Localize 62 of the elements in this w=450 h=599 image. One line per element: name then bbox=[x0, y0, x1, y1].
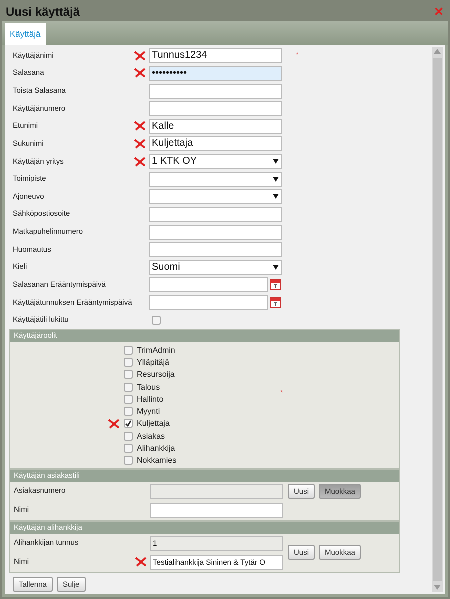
cross-mark-icon bbox=[135, 557, 147, 568]
caret-icon bbox=[273, 194, 279, 200]
role-label: Talous bbox=[137, 382, 160, 392]
cross-mark-icon bbox=[134, 156, 146, 167]
cross-mark-icon bbox=[134, 138, 146, 149]
dropdown[interactable] bbox=[149, 172, 282, 187]
caret-icon bbox=[273, 264, 279, 270]
field-value: •••••••••• bbox=[152, 68, 188, 79]
checkbox[interactable] bbox=[124, 394, 133, 404]
checkbox[interactable] bbox=[124, 419, 133, 428]
field-value: Tunnus1234 bbox=[152, 50, 208, 62]
input-field[interactable] bbox=[149, 242, 282, 258]
role-label: Asiakas bbox=[137, 432, 166, 441]
caret-icon bbox=[273, 159, 279, 164]
input-field[interactable] bbox=[149, 206, 282, 222]
role-label: TrimAdmin bbox=[137, 346, 176, 355]
checkbox[interactable] bbox=[124, 358, 133, 367]
field-value: 1 KTK OY bbox=[152, 156, 198, 168]
checkbox[interactable] bbox=[124, 407, 133, 416]
dropdown[interactable] bbox=[149, 189, 282, 204]
input-field[interactable]: Kalle bbox=[149, 118, 282, 134]
dropdown[interactable]: 1 KTK OY bbox=[149, 154, 282, 170]
checkbox[interactable] bbox=[124, 432, 133, 441]
cross-mark-icon bbox=[108, 418, 120, 429]
input-field[interactable] bbox=[150, 502, 283, 518]
checkbox[interactable] bbox=[124, 456, 133, 466]
role-label: Hallinto bbox=[137, 394, 164, 404]
input-field[interactable] bbox=[149, 101, 282, 116]
checkmark-icon bbox=[125, 420, 132, 428]
input-field[interactable] bbox=[149, 224, 282, 240]
role-label: Myynti bbox=[137, 407, 160, 416]
input-field[interactable]: Kuljettaja bbox=[149, 136, 282, 152]
scrollbar[interactable] bbox=[432, 47, 443, 592]
role-label: Kuljettaja bbox=[137, 419, 170, 428]
calendar-icon[interactable] bbox=[270, 297, 281, 308]
field-value: Kuljettaja bbox=[152, 138, 194, 150]
role-label: Ylläpitäjä bbox=[137, 358, 170, 367]
role-label: Nokkamies bbox=[137, 456, 177, 466]
tab[interactable]: Käyttäjä bbox=[5, 23, 46, 45]
caret-icon bbox=[273, 176, 279, 182]
dropdown[interactable]: Suomi bbox=[149, 260, 282, 275]
checkbox[interactable] bbox=[124, 370, 133, 380]
role-label: Resursoija bbox=[137, 370, 175, 380]
checkbox[interactable] bbox=[152, 316, 161, 325]
checkbox[interactable] bbox=[124, 346, 133, 355]
input-field[interactable] bbox=[149, 84, 282, 99]
calendar-icon[interactable] bbox=[270, 279, 281, 290]
field-value: Suomi bbox=[152, 262, 180, 273]
cross-mark-icon bbox=[134, 68, 146, 78]
scroll-up-icon[interactable] bbox=[434, 49, 441, 54]
scroll-down-icon[interactable] bbox=[434, 585, 441, 590]
checkbox[interactable] bbox=[124, 382, 133, 392]
cross-mark-icon bbox=[134, 50, 146, 61]
date-field[interactable] bbox=[149, 277, 268, 292]
role-label: Alihankkija bbox=[137, 444, 176, 454]
checkbox[interactable] bbox=[124, 444, 133, 454]
input-field[interactable]: Tunnus1234 bbox=[149, 48, 282, 64]
input-field[interactable]: •••••••••• bbox=[149, 66, 282, 81]
date-field[interactable] bbox=[149, 295, 268, 310]
cross-mark-icon bbox=[134, 121, 146, 132]
window-title: Uusi käyttäjä bbox=[6, 4, 80, 18]
field-value: Kalle bbox=[152, 120, 174, 132]
